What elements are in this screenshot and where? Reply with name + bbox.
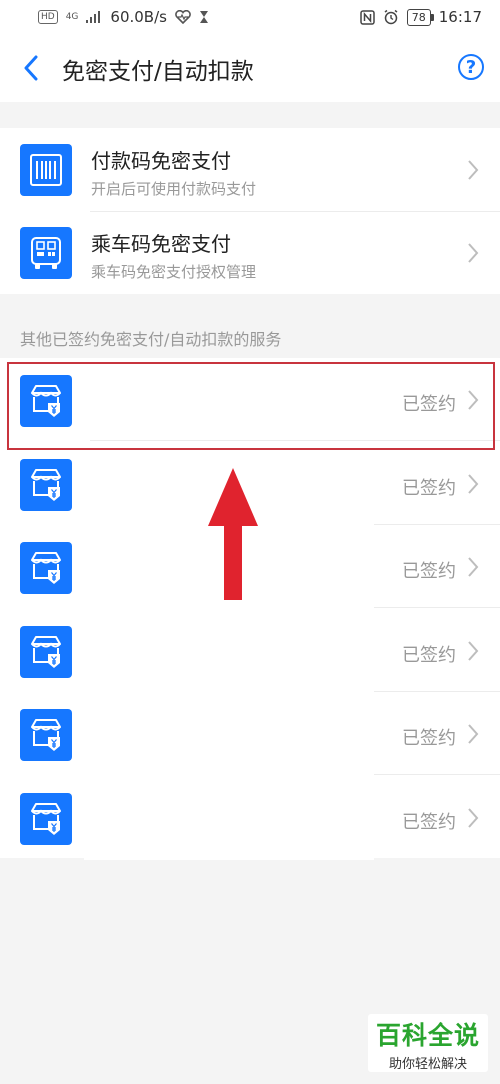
highlight-box (7, 362, 495, 450)
service-status: 已签约 (402, 561, 456, 582)
bus-qr-icon (20, 227, 72, 279)
alarm-icon (384, 9, 398, 25)
chevron-right-icon (468, 473, 479, 494)
watermark-logo: 百科全说 助你轻松解决 (368, 1014, 488, 1072)
red-up-arrow-icon (208, 468, 258, 600)
chevron-right-icon (468, 640, 479, 661)
page-title: 免密支付/自动扣款 (62, 59, 254, 85)
clock: 16:17 (438, 8, 482, 26)
watermark-sub: 助你轻松解决 (388, 1057, 467, 1072)
barcode-icon (20, 144, 72, 196)
status-bar: HD 4G 60.0B/s 78 16:17 (0, 0, 500, 34)
battery-indicator: 78 (406, 8, 434, 26)
signal-icon (86, 11, 101, 23)
service-status: 已签约 (402, 477, 456, 499)
feature-row-transit-code[interactable]: 乘车码免密支付 乘车码免密支付授权管理 (0, 211, 500, 294)
watermark-main: 百科全说 (375, 1021, 480, 1050)
help-button[interactable]: ? (458, 54, 484, 80)
merchant-store-icon (20, 625, 72, 678)
merchant-store-icon (20, 542, 72, 594)
feature-subtitle: 乘车码免密支付授权管理 (91, 263, 257, 281)
chevron-right-icon (468, 724, 479, 744)
feature-title: 乘车码免密支付 (91, 232, 231, 256)
service-status: 已签约 (402, 811, 456, 833)
feature-row-payment-code[interactable]: 付款码免密支付 开启后可使用付款码支付 (0, 128, 500, 211)
chevron-right-icon (468, 243, 479, 263)
merchant-store-icon (20, 709, 72, 761)
hd-badge: HD (38, 10, 58, 24)
chevron-left-icon (24, 55, 38, 81)
chevron-right-icon (468, 160, 479, 180)
merchant-store-icon (20, 458, 72, 511)
network-type: 4G (65, 12, 79, 22)
section-label: 其他已签约免密支付/自动扣款的服务 (20, 330, 282, 349)
feature-subtitle: 开启后可使用付款码支付 (91, 180, 257, 198)
net-speed: 60.0B/s (110, 8, 167, 26)
chevron-right-icon (468, 557, 479, 577)
back-button[interactable] (18, 54, 44, 82)
nfc-icon (360, 9, 375, 25)
service-status: 已签约 (402, 644, 456, 666)
feature-card: 付款码免密支付 开启后可使用付款码支付 乘车码免密支付 乘车码免密支付授权管理 (0, 128, 500, 294)
feature-title: 付款码免密支付 (91, 149, 231, 173)
merchant-store-icon (20, 792, 72, 845)
service-status: 已签约 (402, 728, 456, 749)
hourglass-icon (199, 11, 208, 23)
chevron-right-icon (468, 807, 479, 828)
nav-header: 免密支付/自动扣款 ? (0, 34, 500, 102)
health-heart-icon (175, 10, 191, 24)
